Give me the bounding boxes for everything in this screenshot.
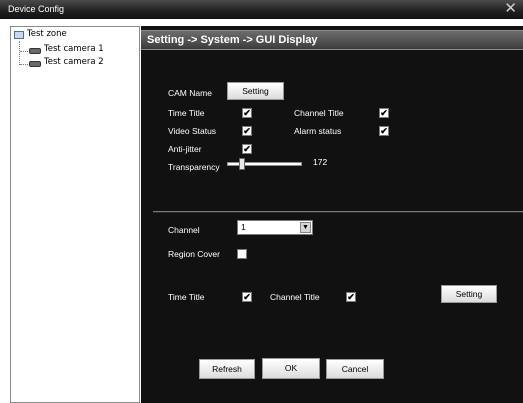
cancel-button[interactable]: Cancel — [326, 359, 384, 379]
zone-icon — [14, 31, 24, 39]
channel-select-value: 1 — [241, 222, 246, 232]
time-title-checkbox[interactable]: ✔ — [242, 108, 252, 118]
region-cover-checkbox[interactable] — [237, 249, 247, 259]
overlay-time-title-label: Time Title — [168, 292, 205, 302]
video-status-checkbox[interactable]: ✔ — [242, 126, 252, 136]
transparency-value: 172 — [313, 157, 328, 167]
region-cover-label: Region Cover — [168, 249, 220, 259]
ok-button[interactable]: OK — [262, 358, 320, 379]
device-tree: Test zone Test camera 1 Test camera 2 — [10, 26, 140, 403]
channel-title-checkbox[interactable]: ✔ — [379, 108, 389, 118]
overlay-time-title-checkbox[interactable]: ✔ — [242, 292, 252, 302]
section-divider — [153, 211, 523, 213]
channel-title-label: Channel Title — [294, 108, 344, 118]
time-title-label: Time Title — [168, 108, 205, 118]
overlay-channel-title-checkbox[interactable]: ✔ — [346, 292, 356, 302]
transparency-slider-thumb[interactable] — [239, 158, 245, 170]
tree-item-camera-1[interactable]: Test camera 1 — [44, 44, 104, 54]
anti-jitter-checkbox[interactable]: ✔ — [242, 144, 252, 154]
video-status-label: Video Status — [168, 126, 217, 136]
cam-name-label: CAM Name — [168, 88, 212, 98]
window-title: Device Config — [8, 4, 65, 14]
settings-panel: Setting -> System -> GUI Display CAM Nam… — [141, 26, 523, 403]
overlay-setting-button[interactable]: Setting — [441, 285, 497, 303]
alarm-status-checkbox[interactable]: ✔ — [379, 126, 389, 136]
transparency-label: Transparency — [168, 162, 220, 172]
channel-label: Channel — [168, 225, 200, 235]
chevron-down-icon[interactable]: ▼ — [300, 222, 311, 233]
alarm-status-label: Alarm status — [294, 126, 342, 136]
breadcrumb: Setting -> System -> GUI Display — [147, 34, 318, 46]
camera-icon — [29, 61, 41, 67]
tree-item-test-zone[interactable]: Test zone — [27, 29, 67, 39]
overlay-channel-title-label: Channel Title — [270, 292, 320, 302]
camera-icon — [29, 48, 41, 54]
title-bar: Device Config ✕ — [0, 0, 523, 19]
cam-name-setting-button[interactable]: Setting — [227, 82, 284, 100]
tree-item-camera-2[interactable]: Test camera 2 — [44, 57, 104, 67]
close-icon[interactable]: ✕ — [504, 1, 517, 17]
anti-jitter-label: Anti-jitter — [168, 144, 202, 154]
refresh-button[interactable]: Refresh — [199, 359, 255, 379]
tree-connector — [19, 41, 20, 65]
panel-header: Setting -> System -> GUI Display — [141, 30, 523, 50]
channel-select[interactable]: 1 ▼ — [237, 220, 313, 235]
